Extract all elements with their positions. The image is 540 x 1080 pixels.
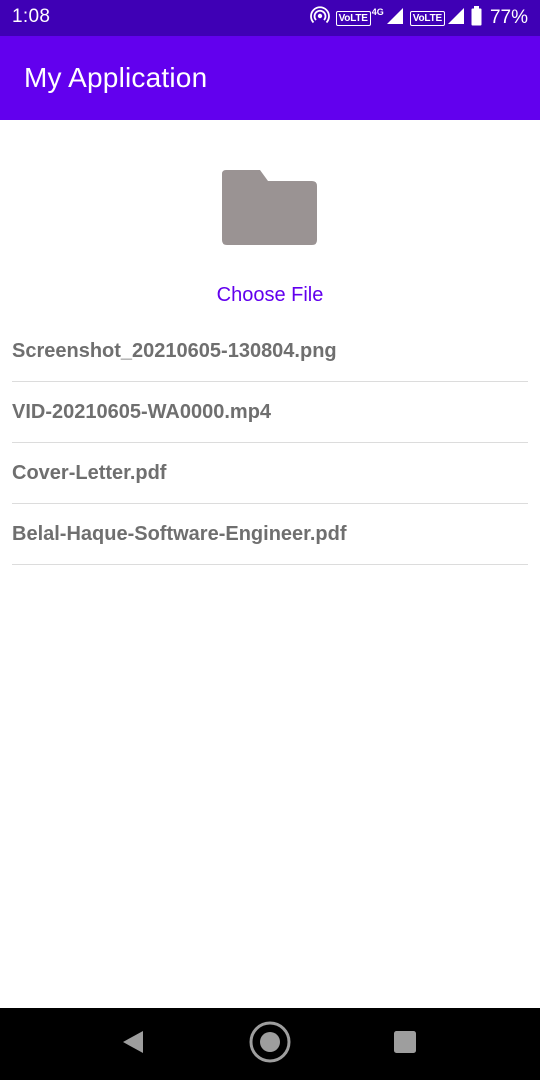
back-button[interactable] [97, 1008, 169, 1080]
status-bar: 1:08 VoLTE 4G VoLTE 77% [0, 0, 540, 36]
navigation-bar [0, 1008, 540, 1080]
status-time: 1:08 [12, 6, 51, 27]
choose-file-button[interactable]: Choose File [0, 284, 540, 307]
file-list-item[interactable]: Screenshot_20210605-130804.png [12, 321, 528, 382]
signal-icon [447, 7, 465, 30]
signal-icon [386, 7, 404, 30]
file-list-item[interactable]: Cover-Letter.pdf [12, 443, 528, 504]
battery-icon [471, 5, 482, 31]
home-circle-icon [248, 1020, 292, 1069]
home-button[interactable] [234, 1008, 306, 1080]
app-bar: My Application [0, 36, 540, 120]
file-list-item[interactable]: Belal-Haque-Software-Engineer.pdf [12, 504, 528, 565]
folder-icon[interactable] [220, 166, 320, 248]
file-list: Screenshot_20210605-130804.png VID-20210… [12, 321, 528, 565]
volte-indicator-1: VoLTE 4G [335, 7, 404, 30]
file-list-item[interactable]: VID-20210605-WA0000.mp4 [12, 382, 528, 443]
back-triangle-icon [121, 1029, 145, 1060]
network-type-label: 4G [371, 7, 384, 17]
app-title: My Application [24, 62, 208, 93]
volte-indicator-2: VoLTE [409, 7, 465, 30]
volte-badge: VoLTE [409, 10, 445, 26]
volte-badge: VoLTE [335, 10, 371, 26]
screen: 1:08 VoLTE 4G VoLTE 77% My Application C… [0, 0, 540, 1080]
recents-square-icon [393, 1030, 417, 1059]
hotspot-icon [309, 5, 330, 31]
battery-percent: 77% [489, 7, 528, 28]
recents-button[interactable] [369, 1008, 441, 1080]
status-icons: VoLTE 4G VoLTE 77% [309, 0, 528, 36]
